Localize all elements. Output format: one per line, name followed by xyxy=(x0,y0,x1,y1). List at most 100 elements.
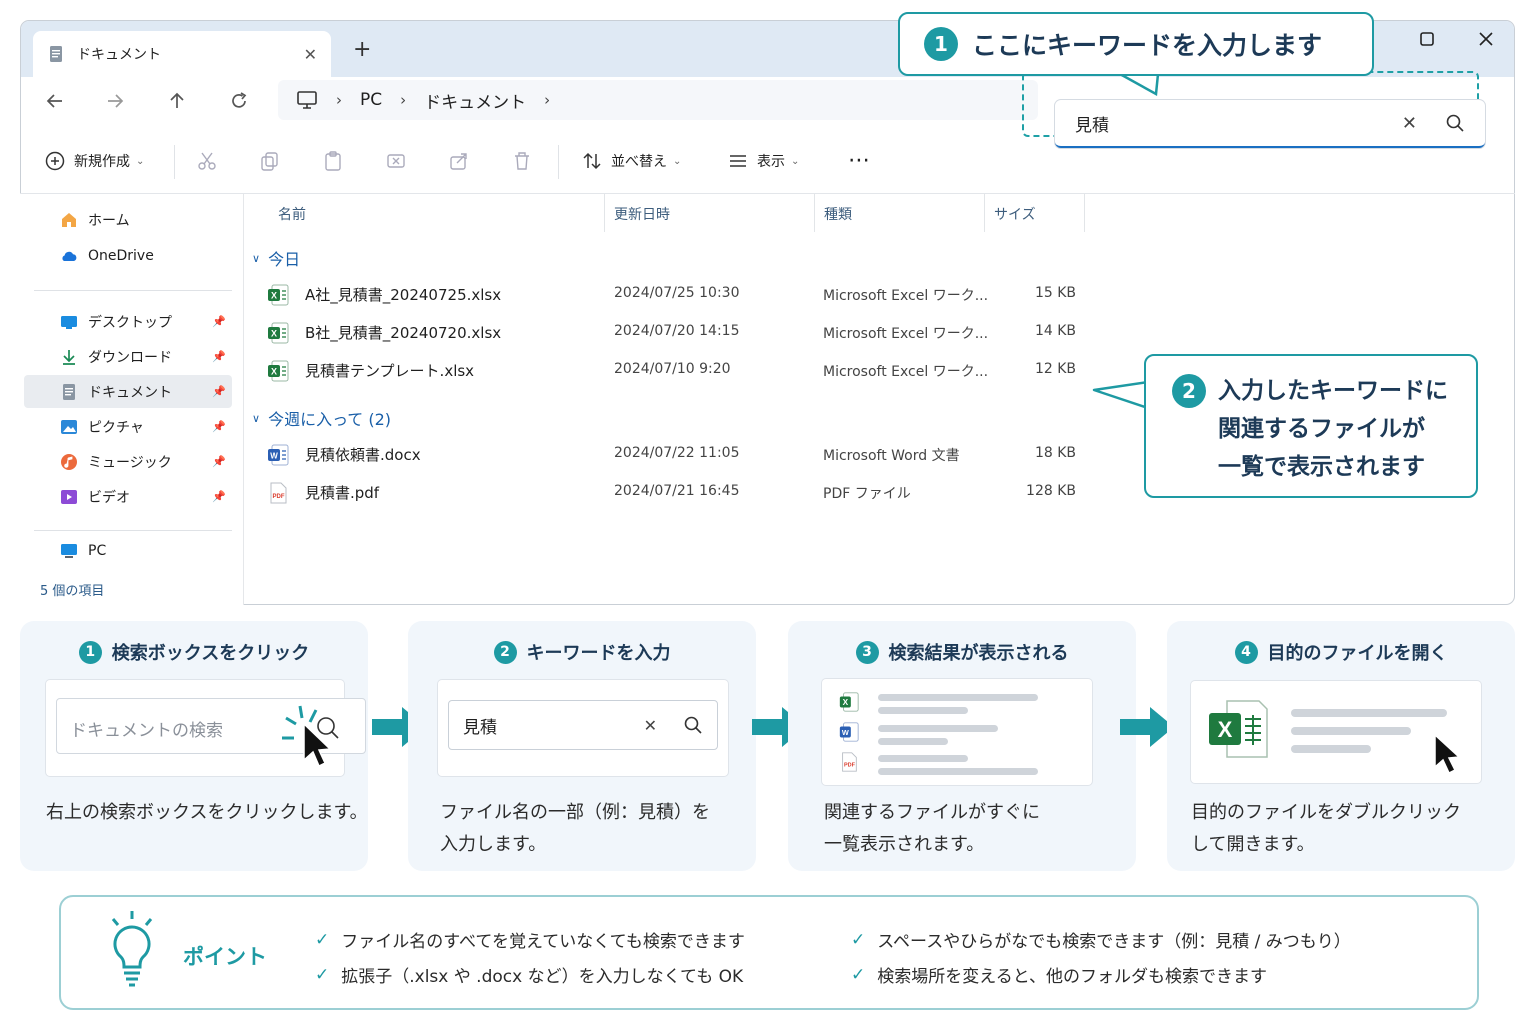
file-date: 2024/07/25 10:30 xyxy=(614,285,740,301)
chevron-down-icon: ⌄ xyxy=(136,155,145,167)
file-row[interactable]: PDF 見積書.pdf 2024/07/21 16:45 PDF ファイル 12… xyxy=(266,478,1086,508)
sidebar-item-onedrive[interactable]: OneDrive xyxy=(24,239,232,272)
mouse-pointer-icon xyxy=(282,705,339,768)
file-size: 15 KB xyxy=(1034,285,1076,301)
group-header-today[interactable]: ∨ 今日 xyxy=(252,246,300,270)
file-row[interactable]: X B社_見積書_20240720.xlsx 2024/07/20 14:15 … xyxy=(266,318,1086,348)
file-date: 2024/07/20 14:15 xyxy=(614,323,740,339)
pin-icon[interactable]: 📌 xyxy=(212,420,226,433)
pin-icon[interactable]: 📌 xyxy=(212,315,226,328)
svg-text:X: X xyxy=(271,291,277,301)
sidebar-item-desktop[interactable]: デスクトップ 📌 xyxy=(24,305,232,338)
sidebar-item-music[interactable]: ミュージック 📌 xyxy=(24,445,232,478)
sidebar-item-label: ダウンロード xyxy=(88,349,172,366)
tips-box: ポイント ✓ ファイル名のすべてを覚えていなくても検索できます ✓ 拡張子（.xls… xyxy=(59,895,1479,1010)
search-value: 見積 xyxy=(1075,115,1109,136)
close-tab-icon[interactable]: ✕ xyxy=(304,45,317,64)
step-description: 目的のファイルをダブルクリック xyxy=(1191,802,1461,823)
view-button[interactable]: 表示 ⌄ xyxy=(727,150,799,172)
file-date: 2024/07/21 16:45 xyxy=(614,483,740,499)
column-divider[interactable] xyxy=(1084,194,1085,232)
chevron-right-icon: › xyxy=(336,91,342,109)
breadcrumb[interactable]: › PC › ドキュメント › xyxy=(278,80,1038,120)
chevron-down-icon: ∨ xyxy=(252,411,261,425)
column-divider[interactable] xyxy=(984,194,985,232)
step-title: 検索結果が表示される xyxy=(888,643,1069,664)
pin-icon[interactable]: 📌 xyxy=(212,350,226,363)
pin-icon[interactable]: 📌 xyxy=(212,385,226,398)
share-icon[interactable] xyxy=(448,150,470,172)
column-header-size[interactable]: サイズ xyxy=(994,204,1036,224)
sidebar-item-home[interactable]: ホーム xyxy=(24,203,232,236)
new-button[interactable]: 新規作成 ⌄ xyxy=(44,150,144,172)
step-card-1: 1 検索ボックスをクリック ドキュメントの検索 右上の検索ボックスをクリックします… xyxy=(20,621,368,871)
new-tab-button[interactable]: + xyxy=(353,37,371,62)
chevron-right-icon: › xyxy=(400,91,407,109)
pin-icon[interactable]: 📌 xyxy=(212,490,226,503)
sidebar-item-label: ミュージック xyxy=(88,454,172,471)
svg-text:W: W xyxy=(270,452,278,461)
sidebar-item-pictures[interactable]: ピクチャ 📌 xyxy=(24,410,232,443)
sidebar-item-downloads[interactable]: ダウンロード 📌 xyxy=(24,340,232,373)
search-input[interactable]: 見積 ✕ xyxy=(448,700,718,750)
pin-icon[interactable]: 📌 xyxy=(212,455,226,468)
cut-icon[interactable] xyxy=(196,150,218,172)
callout-pointer xyxy=(1092,380,1149,410)
tip-text: 拡張子（.xlsx や .docx など）を入力しなくても OK xyxy=(341,967,744,987)
search-input[interactable]: 見積 ✕ xyxy=(1055,100,1485,148)
back-icon[interactable] xyxy=(44,90,66,112)
clear-search-icon[interactable]: ✕ xyxy=(1402,113,1417,134)
file-size: 12 KB xyxy=(1034,361,1076,377)
search-icon[interactable] xyxy=(1445,113,1465,133)
rename-icon[interactable] xyxy=(385,150,407,172)
file-row[interactable]: W 見積依頼書.docx 2024/07/22 11:05 Microsoft … xyxy=(266,440,1086,470)
crumb-documents[interactable]: ドキュメント xyxy=(424,88,526,113)
forward-icon[interactable] xyxy=(104,90,126,112)
toolbar-divider xyxy=(20,193,1515,194)
tip-text: スペースやひらがなでも検索できます（例：見積 / みつもり） xyxy=(877,932,1351,952)
chevron-down-icon: ∨ xyxy=(252,251,261,265)
placeholder-line xyxy=(1291,709,1447,717)
sidebar-item-label: ホーム xyxy=(88,212,130,229)
step-title: 検索ボックスをクリック xyxy=(111,643,310,664)
search-icon[interactable] xyxy=(683,715,703,735)
column-header-modified[interactable]: 更新日時 xyxy=(614,204,670,224)
sidebar-item-label: デスクトップ xyxy=(88,314,172,331)
paste-icon[interactable] xyxy=(322,150,344,172)
tip-item: ✓ ファイル名のすべてを覚えていなくても検索できます xyxy=(315,927,745,953)
step-number-badge: 2 xyxy=(493,640,517,664)
maximize-icon[interactable] xyxy=(1419,31,1435,47)
close-window-icon[interactable] xyxy=(1478,31,1494,47)
clear-search-icon[interactable]: ✕ xyxy=(644,716,657,735)
step-illustration: 見積 ✕ xyxy=(438,680,728,776)
tab-documents[interactable]: ドキュメント ✕ xyxy=(33,31,331,77)
crumb-pc[interactable]: PC xyxy=(360,90,382,110)
placeholder-line xyxy=(878,738,948,745)
placeholder-line xyxy=(878,694,1038,701)
sidebar-item-label: ビデオ xyxy=(88,489,130,506)
sidebar-item-documents[interactable]: ドキュメント 📌 xyxy=(24,375,232,408)
column-header-type[interactable]: 種類 xyxy=(824,204,852,224)
up-icon[interactable] xyxy=(166,90,188,112)
sidebar-item-videos[interactable]: ビデオ 📌 xyxy=(24,480,232,513)
column-header-name[interactable]: 名前 xyxy=(278,204,306,224)
refresh-icon[interactable] xyxy=(228,90,250,112)
copy-icon[interactable] xyxy=(259,150,281,172)
sidebar-item-pc[interactable]: PC xyxy=(24,534,232,567)
video-icon xyxy=(61,489,77,504)
lightbulb-icon xyxy=(111,911,153,987)
step-number-badge: 1 xyxy=(924,27,958,61)
file-type: Microsoft Excel ワーク... xyxy=(823,326,989,342)
more-options-icon[interactable]: ⋯ xyxy=(848,148,871,173)
column-divider[interactable] xyxy=(604,194,605,232)
placeholder-line xyxy=(878,755,968,762)
file-row[interactable]: X 見積書テンプレート.xlsx 2024/07/10 9:20 Microso… xyxy=(266,356,1086,386)
group-header-this-week[interactable]: ∨ 今週に入って (2) xyxy=(252,406,391,430)
delete-icon[interactable] xyxy=(511,150,533,172)
file-row[interactable]: X A社_見積書_20240725.xlsx 2024/07/25 10:30 … xyxy=(266,280,1086,310)
status-item-count: 5 個の項目 xyxy=(40,584,105,599)
chevron-down-icon: ⌄ xyxy=(791,155,800,167)
sort-button[interactable]: 並べ替え ⌄ xyxy=(581,150,681,172)
column-divider[interactable] xyxy=(814,194,815,232)
callout-pointer xyxy=(1118,74,1160,96)
